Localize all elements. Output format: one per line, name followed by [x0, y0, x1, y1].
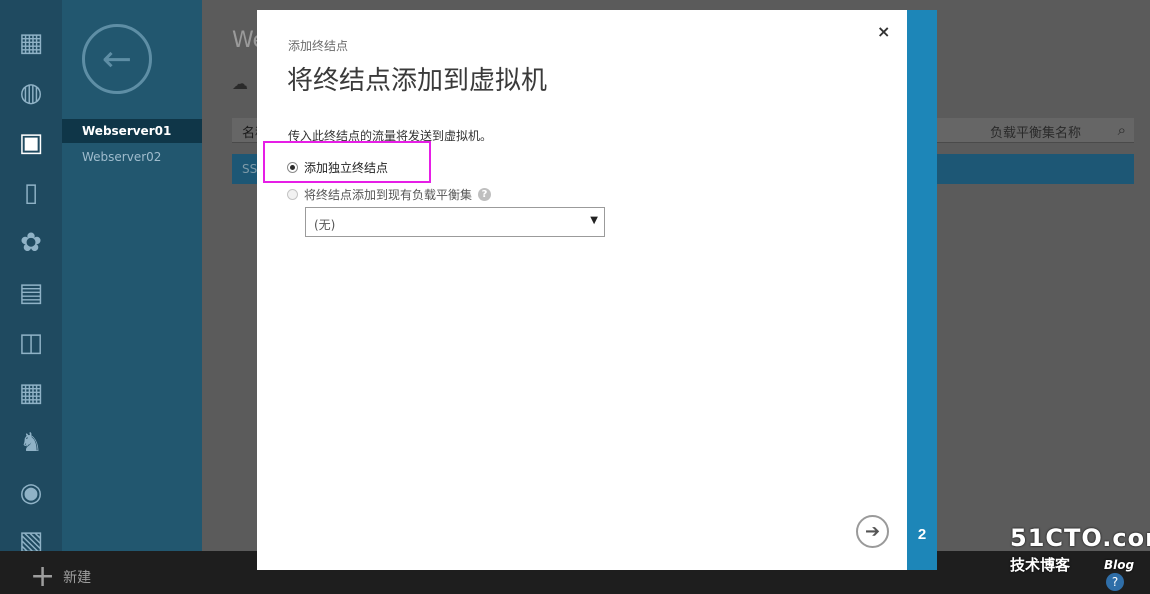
question-icon[interactable]: ?	[1106, 573, 1124, 591]
cloud-services-icon[interactable]: ✿	[12, 224, 50, 262]
batch-icon[interactable]: ▤	[12, 274, 50, 312]
virtual-machines-icon[interactable]: ▣	[12, 124, 50, 162]
highlight-box	[263, 141, 431, 183]
watermark: 51CTO.com 技术博客 Blog	[1010, 524, 1150, 575]
triangle-down-icon: ▼	[590, 215, 598, 226]
plus-icon: +	[30, 559, 56, 594]
left-icon-rail: ▦ ◍ ▣ ▯ ✿ ▤ ◫ ▦ ♞ ◉ ▧	[0, 0, 62, 556]
column-header-load-balanced-set[interactable]: 负载平衡集名称	[990, 122, 1081, 141]
load-balanced-set-label: 将终结点添加到现有负载平衡集	[304, 188, 473, 202]
arrow-left-icon[interactable]: ←	[82, 24, 152, 94]
mobile-services-icon[interactable]: ▯	[12, 174, 50, 212]
load-balanced-set-select[interactable]: (无) ▼	[305, 207, 605, 237]
load-balanced-set-radio[interactable]	[287, 189, 298, 200]
vm-item-webserver02[interactable]: Webserver02	[62, 145, 202, 169]
add-endpoint-dialog: × 添加终结点 将终结点添加到虚拟机 传入此终结点的流量将发送到虚拟机。 添加独…	[257, 10, 907, 570]
load-balanced-set-option[interactable]: 将终结点添加到现有负载平衡集 ?	[287, 186, 492, 203]
cloud-icon: ☁	[232, 74, 248, 93]
search-icon[interactable]: ⌕	[1118, 121, 1126, 139]
new-button[interactable]: + 新建	[30, 559, 92, 594]
watermark-site: 51CTO.com	[1010, 524, 1150, 552]
step-number: 2	[917, 526, 927, 543]
question-icon[interactable]: ?	[478, 188, 492, 201]
sql-database-icon[interactable]: ◫	[12, 324, 50, 362]
hdinsight-elephant-icon[interactable]: ♞	[12, 424, 50, 462]
wizard-step-bar: 2	[907, 10, 937, 570]
row-name: SS	[242, 162, 258, 176]
all-items-grid-icon[interactable]: ▦	[12, 24, 50, 62]
vm-item-webserver01[interactable]: Webserver01	[62, 119, 202, 143]
select-value: (无)	[314, 218, 336, 232]
dialog-title: 将终结点添加到虚拟机	[287, 66, 548, 96]
close-icon[interactable]: ×	[877, 22, 890, 41]
web-sites-icon[interactable]: ◍	[12, 74, 50, 112]
storage-table-icon[interactable]: ▦	[12, 374, 50, 412]
app-window: ▦ ◍ ▣ ▯ ✿ ▤ ◫ ▦ ♞ ◉ ▧ ← Webserver01 Webs…	[0, 0, 1150, 594]
media-services-icon[interactable]: ◉	[12, 474, 50, 512]
new-button-label: 新建	[63, 570, 92, 586]
watermark-blog: Blog	[1104, 558, 1135, 572]
vm-list-panel: ← Webserver01 Webserver02	[62, 0, 202, 551]
dialog-subtitle: 添加终结点	[288, 39, 349, 53]
arrow-right-icon[interactable]: ➔	[856, 515, 889, 548]
